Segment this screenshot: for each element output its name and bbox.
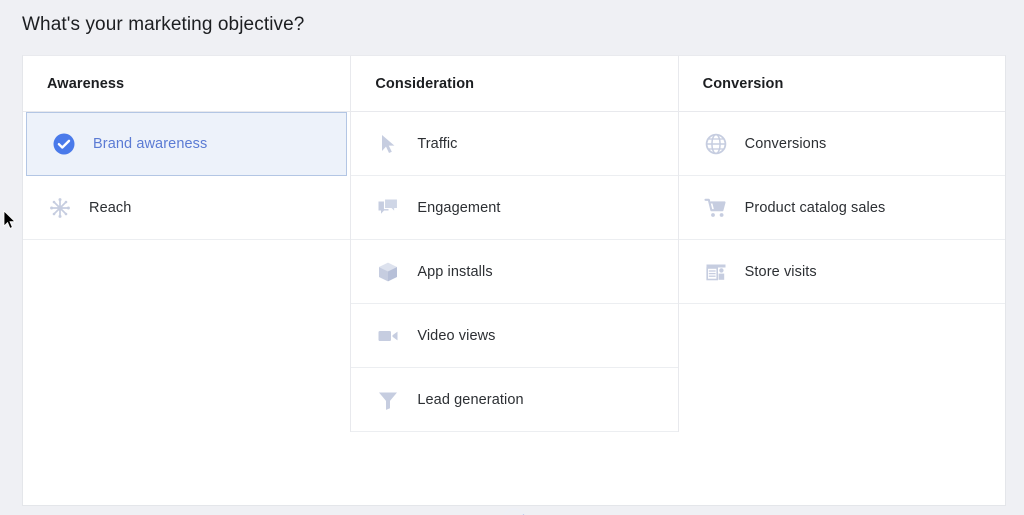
objective-option-label: Brand awareness <box>93 136 208 152</box>
objective-option-video-views[interactable]: Video views <box>351 304 678 368</box>
objective-card: Awareness Brand awareness Reach Considerati… <box>22 55 1006 515</box>
objective-column-conversion: Conversion Conversions Product catalog sal… <box>677 56 1005 432</box>
objective-option-brand-awareness[interactable]: Brand awareness <box>26 112 348 176</box>
column-header-conversion: Conversion <box>678 56 1005 112</box>
funnel-icon <box>375 387 401 413</box>
objective-option-store-visits[interactable]: Store visits <box>678 240 1005 304</box>
objective-option-reach[interactable]: Reach <box>23 176 351 240</box>
objective-option-label: Store visits <box>744 263 817 280</box>
globe-icon <box>703 131 729 157</box>
objective-option-label: Product catalog sales <box>744 199 886 216</box>
objective-option-label: Engagement <box>417 199 501 216</box>
arrow-cursor <box>3 210 16 229</box>
shopping-cart-icon <box>703 195 729 221</box>
speech-bubbles-icon <box>375 195 401 221</box>
objective-columns: Awareness Brand awareness Reach Considerati… <box>23 56 1005 432</box>
objective-option-label: Lead generation <box>417 391 524 408</box>
objective-option-app-installs[interactable]: App installs <box>351 240 678 304</box>
objective-option-engagement[interactable]: Engagement <box>351 176 678 240</box>
objective-option-conversions[interactable]: Conversions <box>678 112 1005 176</box>
objective-column-consideration: Consideration Traffic Engagement App instal… <box>350 56 678 432</box>
page-title: What's your marketing objective? <box>22 14 305 35</box>
check-circle-icon <box>51 131 77 157</box>
objective-option-label: Video views <box>417 327 496 344</box>
storefront-icon <box>703 259 729 285</box>
objective-option-product-catalog-sales[interactable]: Product catalog sales <box>678 176 1005 240</box>
loading-spinner-icon <box>499 504 529 515</box>
objective-option-traffic[interactable]: Traffic <box>351 112 678 176</box>
objective-option-label: Traffic <box>417 135 458 152</box>
objective-option-label: Reach <box>89 199 132 216</box>
loading-spinner-container <box>23 504 1005 515</box>
objective-option-lead-generation[interactable]: Lead generation <box>351 368 678 432</box>
video-camera-icon <box>375 323 401 349</box>
objective-option-label: Conversions <box>744 135 827 152</box>
reach-starburst-icon <box>47 195 73 221</box>
cube-box-icon <box>375 259 401 285</box>
cursor-pointer-icon <box>375 131 401 157</box>
column-header-consideration: Consideration <box>351 56 678 112</box>
column-header-awareness: Awareness <box>23 56 351 112</box>
objective-column-awareness: Awareness Brand awareness Reach <box>23 56 351 432</box>
screen-root: What's your marketing objective? Awarene… <box>0 0 1024 515</box>
objective-option-label: App installs <box>417 263 493 280</box>
